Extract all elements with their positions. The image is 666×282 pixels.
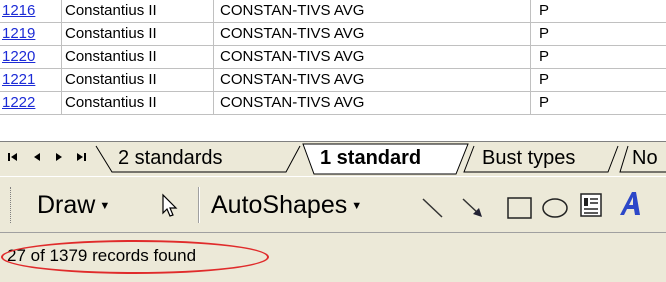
table-row: 1219 Constantius II CONSTAN-TIVS AVG P bbox=[0, 23, 666, 46]
chevron-down-icon: ▼ bbox=[99, 200, 111, 213]
emperor-cell[interactable]: Constantius II bbox=[62, 69, 214, 91]
tab-no[interactable]: No bbox=[632, 142, 658, 174]
line-icon[interactable] bbox=[420, 193, 446, 219]
sheet-tab-bar: 2 standards 1 standard Bust types No bbox=[0, 141, 666, 176]
wordart-icon[interactable] bbox=[614, 189, 654, 221]
table-row: 1222 Constantius II CONSTAN-TIVS AVG P bbox=[0, 92, 666, 115]
emperor-cell[interactable]: Constantius II bbox=[62, 92, 214, 114]
record-id-link[interactable]: 1222 bbox=[0, 92, 62, 114]
drawing-toolbar: Draw ▼ AutoShapes ▼ bbox=[0, 176, 666, 233]
autoshapes-menu-button[interactable]: AutoShapes ▼ bbox=[211, 185, 362, 225]
toolbar-separator bbox=[198, 187, 200, 223]
tab-2-standards[interactable]: 2 standards bbox=[118, 142, 223, 174]
oval-icon[interactable] bbox=[540, 193, 570, 219]
draw-label: Draw bbox=[37, 191, 96, 219]
category-cell[interactable]: P bbox=[531, 0, 666, 22]
legend-cell[interactable]: CONSTAN-TIVS AVG bbox=[214, 92, 531, 114]
tab-bust-types[interactable]: Bust types bbox=[482, 142, 575, 174]
select-objects-arrow-icon[interactable] bbox=[160, 191, 180, 219]
table-row: 1220 Constantius II CONSTAN-TIVS AVG P bbox=[0, 46, 666, 69]
records-grid: 1216 Constantius II CONSTAN-TIVS AVG P 1… bbox=[0, 0, 666, 141]
record-id-link[interactable]: 1216 bbox=[0, 0, 62, 22]
legend-cell[interactable]: CONSTAN-TIVS AVG bbox=[214, 69, 531, 91]
chevron-down-icon: ▼ bbox=[351, 200, 363, 213]
emperor-cell[interactable]: Constantius II bbox=[62, 23, 214, 45]
legend-cell[interactable]: CONSTAN-TIVS AVG bbox=[214, 0, 531, 22]
record-id-link[interactable]: 1221 bbox=[0, 69, 62, 91]
status-bar: 27 of 1379 records found bbox=[0, 232, 666, 282]
table-row: 1221 Constantius II CONSTAN-TIVS AVG P bbox=[0, 69, 666, 92]
table-row: 1216 Constantius II CONSTAN-TIVS AVG P bbox=[0, 0, 666, 23]
annotation-highlight-ellipse bbox=[1, 240, 269, 274]
text-box-icon[interactable] bbox=[578, 191, 606, 219]
category-cell[interactable]: P bbox=[531, 92, 666, 114]
category-cell[interactable]: P bbox=[531, 46, 666, 68]
toolbar-grip[interactable] bbox=[10, 187, 14, 223]
draw-menu-button[interactable]: Draw ▼ bbox=[37, 185, 110, 225]
legend-cell[interactable]: CONSTAN-TIVS AVG bbox=[214, 23, 531, 45]
category-cell[interactable]: P bbox=[531, 69, 666, 91]
emperor-cell[interactable]: Constantius II bbox=[62, 0, 214, 22]
record-id-link[interactable]: 1219 bbox=[0, 23, 62, 45]
emperor-cell[interactable]: Constantius II bbox=[62, 46, 214, 68]
autoshapes-label: AutoShapes bbox=[211, 191, 348, 219]
legend-cell[interactable]: CONSTAN-TIVS AVG bbox=[214, 46, 531, 68]
record-id-link[interactable]: 1220 bbox=[0, 46, 62, 68]
category-cell[interactable]: P bbox=[531, 23, 666, 45]
tab-1-standard[interactable]: 1 standard bbox=[320, 142, 421, 174]
rectangle-icon[interactable] bbox=[506, 193, 534, 219]
arrow-icon[interactable] bbox=[460, 193, 486, 219]
